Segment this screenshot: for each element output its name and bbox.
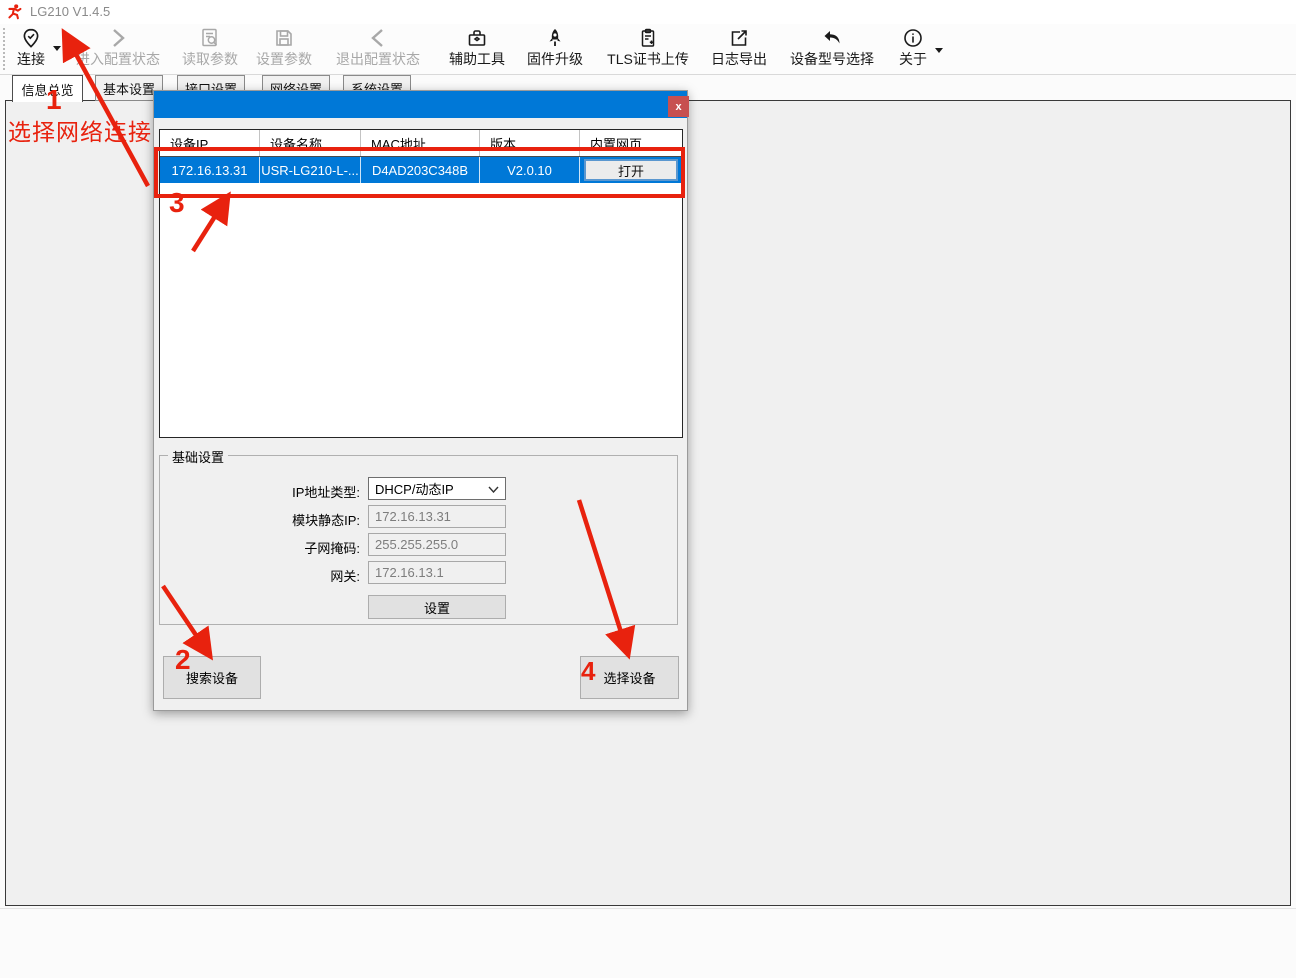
search-device-button[interactable]: 搜索设备 — [163, 656, 261, 699]
toolbar-connect-label: 连接 — [17, 51, 45, 67]
export-icon — [728, 26, 750, 50]
tab-info-overview-label: 信息总览 — [21, 82, 74, 98]
chevron-right-icon — [108, 26, 128, 50]
open-webpage-button[interactable]: 打开 — [584, 159, 678, 181]
info-icon — [902, 26, 924, 50]
certificate-upload-icon — [637, 26, 659, 50]
tab-basic-settings-label: 基本设置 — [102, 81, 155, 97]
subnet-mask-input[interactable] — [368, 533, 506, 556]
device-col-name: 设备名称 — [260, 130, 361, 156]
device-col-version: 版本 — [480, 130, 580, 156]
toolbar-tls-cert-upload-label: TLS证书上传 — [607, 51, 689, 67]
device-col-mac: MAC地址 — [361, 130, 480, 156]
rocket-icon — [544, 26, 566, 50]
basic-settings-title: 基础设置 — [168, 447, 229, 466]
toolbar-aux-tools-button[interactable]: 辅助工具 — [442, 26, 512, 73]
toolbar-about-label: 关于 — [899, 51, 927, 67]
pin-check-icon — [20, 26, 42, 50]
toolbar-firmware-upgrade-label: 固件升级 — [527, 51, 583, 67]
toolbar-device-model-select-button[interactable]: 设备型号选择 — [780, 26, 884, 73]
toolbar-enter-config-label: 进入配置状态 — [76, 51, 160, 67]
basic-settings-group: 基础设置 IP地址类型: DHCP/动态IP 模块静态IP: 子网掩码: 网关:… — [159, 447, 678, 625]
select-device-button[interactable]: 选择设备 — [580, 656, 679, 699]
window-title: LG210 V1.4.5 — [30, 4, 111, 19]
toolbar-set-params-label: 设置参数 — [256, 51, 312, 67]
select-caret-down-icon — [488, 486, 499, 493]
tab-info-overview[interactable]: 信息总览 — [12, 75, 83, 102]
doc-search-icon — [199, 26, 221, 50]
toolbar-connect-button[interactable]: 连接 — [8, 26, 54, 73]
dialog-titlebar[interactable] — [154, 91, 687, 118]
device-col-webpage: 内置网页 — [590, 136, 643, 152]
static-ip-label: 模块静态IP: — [292, 513, 360, 528]
set-button[interactable]: 设置 — [368, 595, 506, 619]
device-version-cell: V2.0.10 — [480, 157, 580, 183]
device-row-selected[interactable]: 172.16.13.31 USR-LG210-L-... D4AD203C348… — [160, 157, 682, 183]
toolbar-enter-config-button[interactable]: 进入配置状态 — [64, 26, 172, 73]
ip-type-value: DHCP/动态IP — [375, 482, 454, 497]
toolbar-firmware-upgrade-button[interactable]: 固件升级 — [520, 26, 590, 73]
toolbar-overflow-caret-icon[interactable] — [934, 46, 944, 54]
toolbar-device-model-select-label: 设备型号选择 — [790, 51, 874, 67]
save-icon — [273, 26, 295, 50]
gateway-addr-label: 网关: — [330, 569, 360, 584]
window-titlebar: LG210 V1.4.5 — [0, 0, 1296, 24]
gateway-addr-input[interactable] — [368, 561, 506, 584]
subnet-mask-label: 子网掩码: — [304, 541, 360, 556]
toolbar-set-params-button[interactable]: 设置参数 — [250, 26, 318, 73]
toolbar-log-export-label: 日志导出 — [711, 51, 767, 67]
device-list[interactable]: 设备IP 设备名称 MAC地址 版本 内置网页 172.16.13.31 USR… — [159, 129, 683, 438]
toolbar-read-params-label: 读取参数 — [182, 51, 238, 67]
toolbar-read-params-button[interactable]: 读取参数 — [176, 26, 244, 73]
app-logo-icon — [8, 4, 22, 20]
desktop-background — [0, 908, 1296, 973]
device-ip-cell: 172.16.13.31 — [160, 157, 260, 183]
chevron-left-icon — [368, 26, 388, 50]
static-ip-input[interactable] — [368, 505, 506, 528]
toolbox-icon — [466, 26, 488, 50]
device-name-cell: USR-LG210-L-... — [260, 157, 361, 183]
connect-caret-down-icon[interactable] — [52, 44, 62, 52]
ip-type-label: IP地址类型: — [292, 485, 360, 500]
toolbar-log-export-button[interactable]: 日志导出 — [704, 26, 774, 73]
back-arrow-icon — [821, 26, 843, 50]
toolbar-tls-cert-upload-button[interactable]: TLS证书上传 — [598, 26, 698, 73]
toolbar-gripper[interactable] — [3, 28, 5, 70]
toolbar-aux-tools-label: 辅助工具 — [449, 51, 505, 67]
toolbar-exit-config-label: 退出配置状态 — [336, 51, 420, 67]
dialog-close-button[interactable]: x — [668, 96, 689, 117]
ip-type-select[interactable]: DHCP/动态IP — [368, 477, 506, 500]
device-search-dialog: x 设备IP 设备名称 MAC地址 版本 内置网页 172.16.13.31 U… — [153, 90, 689, 711]
toolbar-about-button[interactable]: 关于 — [890, 26, 936, 73]
device-col-ip: 设备IP — [160, 130, 260, 156]
toolbar-exit-config-button[interactable]: 退出配置状态 — [324, 26, 432, 73]
device-mac-cell: D4AD203C348B — [361, 157, 480, 183]
toolbar: 连接 进入配置状态 读取参数 设置参数 退出配置状态 辅助工具 固件升级 TLS… — [0, 24, 1296, 75]
device-list-header: 设备IP 设备名称 MAC地址 版本 内置网页 — [160, 130, 682, 157]
